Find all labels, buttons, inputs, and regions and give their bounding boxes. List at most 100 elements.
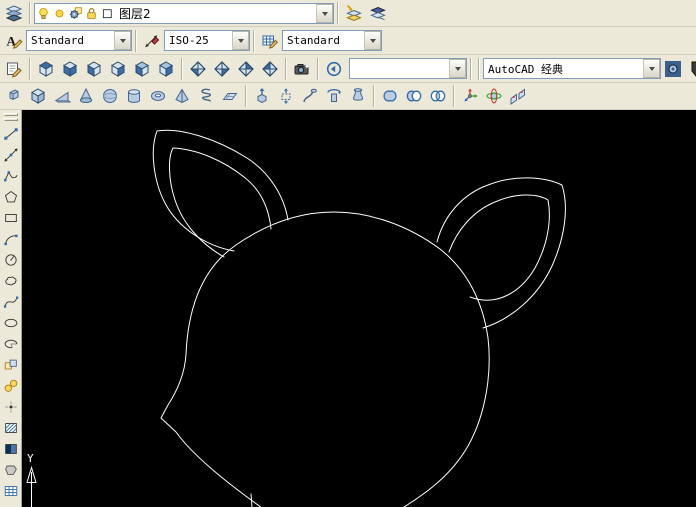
planar-surface-icon[interactable] <box>218 84 242 108</box>
table-style-combo[interactable]: Standard <box>282 30 382 51</box>
cube-left-icon[interactable] <box>82 57 106 81</box>
box-icon[interactable] <box>26 84 50 108</box>
text-style-value: Standard <box>31 34 84 47</box>
pyramid-icon[interactable] <box>170 84 194 108</box>
arc-icon[interactable] <box>1 229 21 249</box>
align-3d-icon[interactable] <box>506 84 530 108</box>
construction-line-icon[interactable] <box>1 145 21 165</box>
point-icon[interactable] <box>1 397 21 417</box>
model-space-canvas[interactable]: Y <box>22 110 696 507</box>
line-icon[interactable] <box>1 124 21 144</box>
layer-previous-button[interactable] <box>366 1 390 25</box>
make-block-icon[interactable] <box>1 376 21 396</box>
right-ear-outer-line[interactable] <box>436 177 566 329</box>
separator <box>29 57 31 80</box>
layer-combo-dropdown[interactable] <box>316 3 333 23</box>
cube-top-icon[interactable] <box>34 57 58 81</box>
layer-on-off-icon[interactable] <box>35 5 51 22</box>
insert-block-icon[interactable] <box>1 355 21 375</box>
wedge-icon[interactable] <box>50 84 74 108</box>
cone-icon[interactable] <box>74 84 98 108</box>
iso-nw-icon[interactable] <box>258 57 282 81</box>
polysolid-icon[interactable] <box>2 84 26 108</box>
layer-viewport-freeze-icon[interactable] <box>67 5 83 22</box>
draw-buttons-group <box>1 124 21 502</box>
named-view-dropdown[interactable] <box>449 59 466 78</box>
cube-front-icon[interactable] <box>130 57 154 81</box>
drawing-viewport[interactable]: Y <box>22 110 696 507</box>
table-style-dropdown[interactable] <box>364 31 381 50</box>
revision-cloud-icon[interactable] <box>1 271 21 291</box>
text-style-combo[interactable]: Standard <box>26 30 132 51</box>
toolbar-grab-handle[interactable] <box>3 118 18 121</box>
layers-toolbar-row: M9 1.5v2.2M9 14.3v2.2M1.5 9h2.2M14.3 9h2… <box>0 0 696 27</box>
named-view-combo[interactable] <box>349 58 467 79</box>
dimension-style-button[interactable] <box>140 29 164 53</box>
hatch-icon[interactable] <box>1 418 21 438</box>
ellipse-icon[interactable] <box>1 313 21 333</box>
table-icon[interactable] <box>1 481 21 501</box>
gradient-icon[interactable] <box>1 439 21 459</box>
camera-icon[interactable] <box>290 57 314 81</box>
polygon-icon[interactable] <box>1 187 21 207</box>
chevron-down-icon <box>237 39 244 46</box>
spline-icon[interactable] <box>1 292 21 312</box>
presspull-icon[interactable] <box>274 84 298 108</box>
workspace-dropdown[interactable] <box>643 59 660 78</box>
text-style-dropdown[interactable] <box>114 31 131 50</box>
save-workspace-button[interactable] <box>685 57 696 81</box>
text-style-button[interactable]: A <box>2 29 26 53</box>
chevron-down-icon <box>119 39 126 46</box>
named-view-icon[interactable] <box>2 57 26 81</box>
rectangle-icon[interactable] <box>1 208 21 228</box>
separator <box>29 2 31 24</box>
extrude-icon[interactable] <box>250 84 274 108</box>
table-style-value: Standard <box>287 34 340 47</box>
revolve-icon[interactable] <box>322 84 346 108</box>
deer-head-outline[interactable] <box>160 211 490 507</box>
layer-color-swatch[interactable] <box>99 5 115 22</box>
move-3d-icon[interactable] <box>458 84 482 108</box>
dimension-style-dropdown[interactable] <box>232 31 249 50</box>
layer-combo-value: 图层2 <box>119 6 151 21</box>
layer-lock-icon[interactable] <box>83 5 99 22</box>
dimension-style-value: ISO-25 <box>169 34 209 47</box>
chin-line[interactable] <box>250 493 253 507</box>
subtract-icon[interactable] <box>402 84 426 108</box>
iso-sw-icon[interactable] <box>186 57 210 81</box>
region-icon[interactable] <box>1 460 21 480</box>
torus-icon[interactable] <box>146 84 170 108</box>
make-object-layer-current-button[interactable] <box>342 1 366 25</box>
loft-icon[interactable] <box>346 84 370 108</box>
ellipse-arc-icon[interactable] <box>1 334 21 354</box>
layer-properties-manager-button[interactable] <box>2 1 26 25</box>
cube-bottom-icon[interactable] <box>58 57 82 81</box>
styles-toolbar-row: A Standard ISO-25 Standard <box>0 27 696 55</box>
circled-arrow-icon[interactable] <box>322 57 346 81</box>
union-icon[interactable] <box>378 84 402 108</box>
helix-icon[interactable] <box>194 84 218 108</box>
cube-back-icon[interactable] <box>154 57 178 81</box>
cylinder-icon[interactable] <box>122 84 146 108</box>
ucs-y-axis-arrow <box>26 465 37 507</box>
view-buttons-group <box>2 57 346 81</box>
intersect-icon[interactable] <box>426 84 450 108</box>
toolbar-grab-handle[interactable] <box>3 113 18 116</box>
workspace-combo[interactable]: AutoCAD 经典 <box>483 58 661 79</box>
separator <box>245 85 247 107</box>
rotate-3d-icon[interactable] <box>482 84 506 108</box>
separator <box>285 57 287 80</box>
circle-icon[interactable] <box>1 250 21 270</box>
right-ear-inner-line[interactable] <box>448 194 550 301</box>
table-style-button[interactable] <box>258 29 282 53</box>
layer-combo[interactable]: M9 1.5v2.2M9 14.3v2.2M1.5 9h2.2M14.3 9h2… <box>34 2 334 24</box>
dimension-style-combo[interactable]: ISO-25 <box>164 30 250 51</box>
layer-freeze-icon[interactable]: M9 1.5v2.2M9 14.3v2.2M1.5 9h2.2M14.3 9h2… <box>51 5 67 22</box>
polyline-icon[interactable] <box>1 166 21 186</box>
iso-ne-icon[interactable] <box>234 57 258 81</box>
sphere-icon[interactable] <box>98 84 122 108</box>
sweep-icon[interactable] <box>298 84 322 108</box>
iso-se-icon[interactable] <box>210 57 234 81</box>
cube-right-icon[interactable] <box>106 57 130 81</box>
workspace-settings-button[interactable]: M9 2.2v2.2M9 14.3v2.2M2.2 9h2.2M14.3 9h2… <box>661 57 685 81</box>
